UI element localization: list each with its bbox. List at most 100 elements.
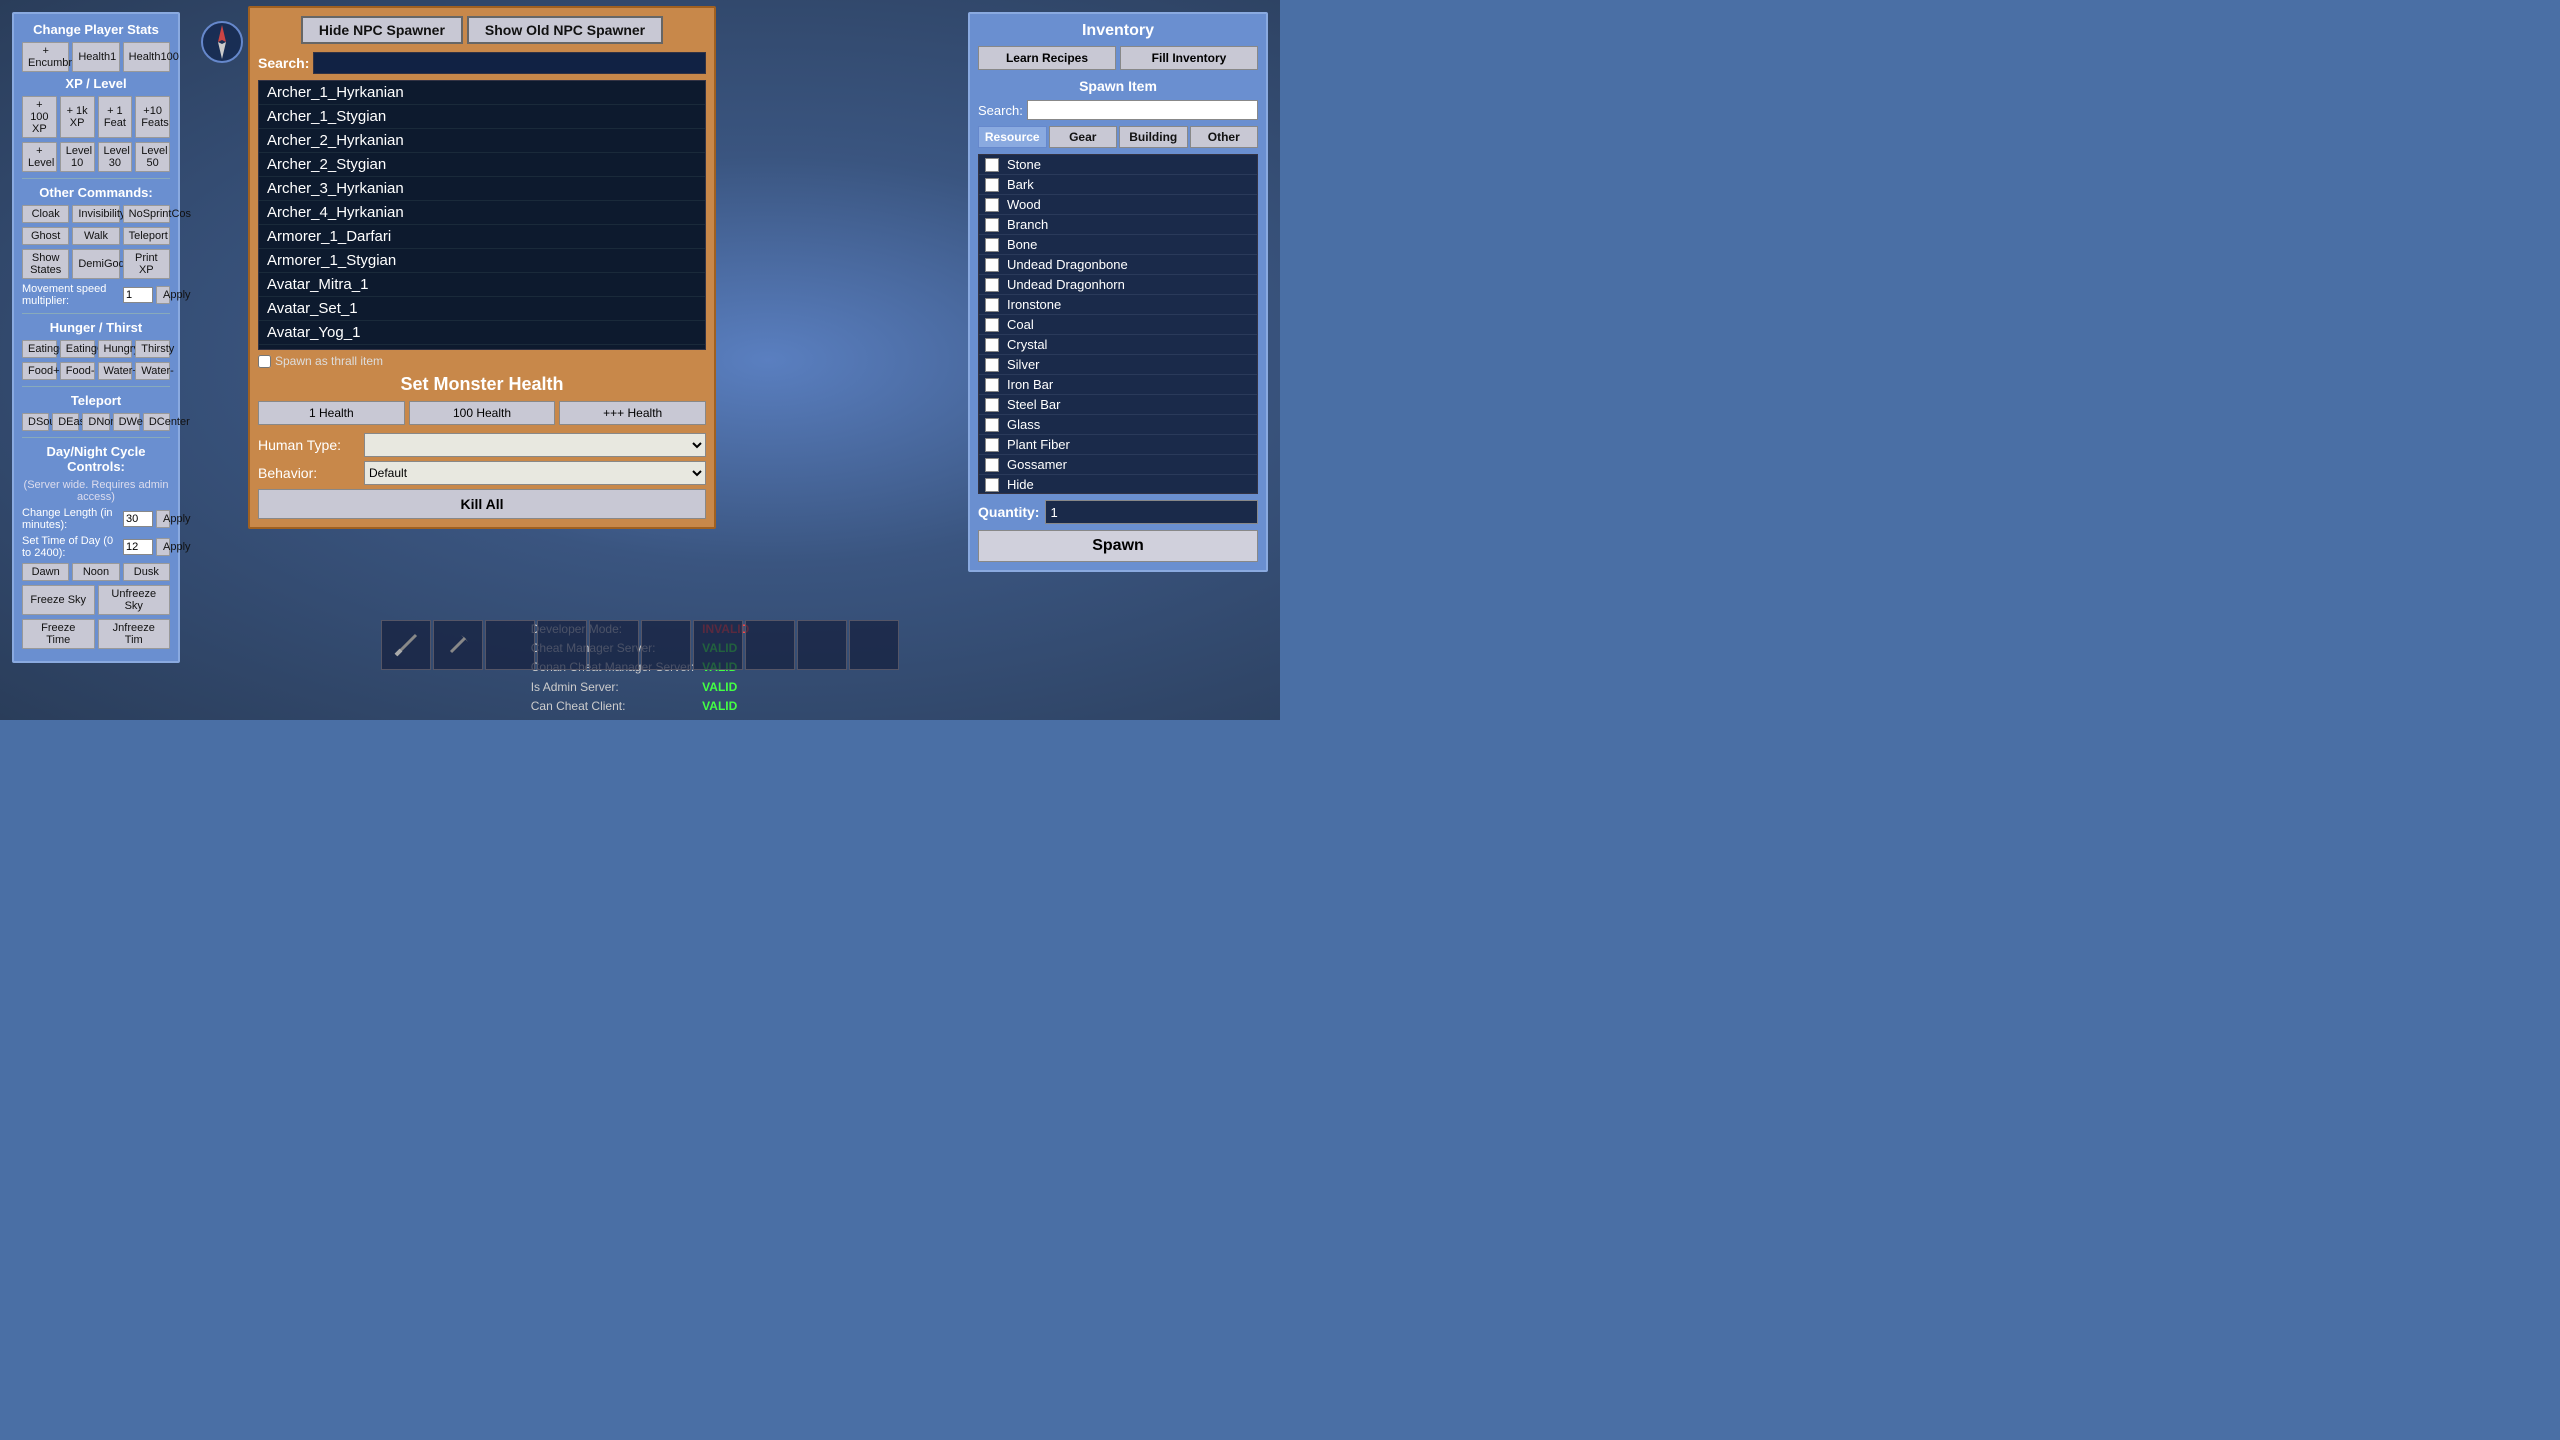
health-plus-button[interactable]: +++ Health <box>559 401 706 425</box>
dawn-button[interactable]: Dawn <box>22 563 69 581</box>
eating-on-button[interactable]: EatingOn <box>22 340 57 358</box>
thirsty-button[interactable]: Thirsty <box>135 340 170 358</box>
xp100-button[interactable]: + 100 XP <box>22 96 57 138</box>
item-list-row[interactable]: Bone <box>979 235 1257 255</box>
learn-recipes-button[interactable]: Learn Recipes <box>978 46 1116 70</box>
eating-off-button[interactable]: EatingOff <box>60 340 95 358</box>
item-checkbox[interactable] <box>985 158 999 172</box>
feat10-button[interactable]: +10 Feats <box>135 96 170 138</box>
dusk-button[interactable]: Dusk <box>123 563 170 581</box>
water-plus-button[interactable]: Water+ <box>98 362 133 380</box>
show-states-button[interactable]: Show States <box>22 249 69 279</box>
level30-button[interactable]: Level 30 <box>98 142 133 172</box>
human-type-select[interactable] <box>364 433 706 457</box>
level10-button[interactable]: Level 10 <box>60 142 95 172</box>
item-list-row[interactable]: Silver <box>979 355 1257 375</box>
health100-monster-button[interactable]: 100 Health <box>409 401 556 425</box>
dwest-button[interactable]: DWest <box>113 413 140 431</box>
ghost-button[interactable]: Ghost <box>22 227 69 245</box>
dsouth-button[interactable]: DSouth <box>22 413 49 431</box>
item-checkbox[interactable] <box>985 358 999 372</box>
item-list-row[interactable]: Crystal <box>979 335 1257 355</box>
freeze-sky-button[interactable]: Freeze Sky <box>22 585 95 615</box>
npc-list-item[interactable]: Armorer_1_Stygian <box>259 249 705 273</box>
category-tab-other[interactable]: Other <box>1190 126 1259 148</box>
set-time-input[interactable] <box>123 539 153 555</box>
category-tab-gear[interactable]: Gear <box>1049 126 1118 148</box>
level50-button[interactable]: Level 50 <box>135 142 170 172</box>
water-minus-button[interactable]: Water- <box>135 362 170 380</box>
hungry-button[interactable]: Hungry <box>98 340 133 358</box>
item-checkbox[interactable] <box>985 178 999 192</box>
freeze-time-button[interactable]: Freeze Time <box>22 619 95 649</box>
nosprintcos-button[interactable]: NoSprintCos <box>123 205 170 223</box>
item-checkbox[interactable] <box>985 278 999 292</box>
npc-list-item[interactable]: Avatar_Mitra_1 <box>259 273 705 297</box>
item-list-row[interactable]: Steel Bar <box>979 395 1257 415</box>
print-xp-button[interactable]: Print XP <box>123 249 170 279</box>
dcenter-button[interactable]: DCenter <box>143 413 170 431</box>
kill-all-button[interactable]: Kill All <box>258 489 706 519</box>
item-checkbox[interactable] <box>985 218 999 232</box>
deast-button[interactable]: DEast <box>52 413 79 431</box>
item-list-row[interactable]: Plant Fiber <box>979 435 1257 455</box>
unfreeze-sky-button[interactable]: Unfreeze Sky <box>98 585 171 615</box>
food-plus-button[interactable]: Food+ <box>22 362 57 380</box>
item-checkbox[interactable] <box>985 198 999 212</box>
feat1-button[interactable]: + 1 Feat <box>98 96 133 138</box>
item-list-row[interactable]: Ironstone <box>979 295 1257 315</box>
item-checkbox[interactable] <box>985 418 999 432</box>
npc-list-item[interactable]: Avatar_Set_1 <box>259 297 705 321</box>
hide-npc-spawner-button[interactable]: Hide NPC Spawner <box>301 16 463 44</box>
cloak-button[interactable]: Cloak <box>22 205 69 223</box>
item-checkbox[interactable] <box>985 338 999 352</box>
category-tab-resource[interactable]: Resource <box>978 126 1047 148</box>
spawn-button[interactable]: Spawn <box>978 530 1258 562</box>
item-list-row[interactable]: Iron Bar <box>979 375 1257 395</box>
item-list-row[interactable]: Undead Dragonhorn <box>979 275 1257 295</box>
item-checkbox[interactable] <box>985 318 999 332</box>
item-checkbox[interactable] <box>985 378 999 392</box>
npc-list-item[interactable]: Archer_4_Hyrkanian <box>259 201 705 225</box>
npc-list-item[interactable]: Archer_2_Stygian <box>259 153 705 177</box>
health1-button[interactable]: Health1 <box>72 42 119 72</box>
item-checkbox[interactable] <box>985 398 999 412</box>
change-length-apply-button[interactable]: Apply <box>156 510 170 528</box>
fill-inventory-button[interactable]: Fill Inventory <box>1120 46 1258 70</box>
item-checkbox[interactable] <box>985 258 999 272</box>
xp1k-button[interactable]: + 1k XP <box>60 96 95 138</box>
noon-button[interactable]: Noon <box>72 563 119 581</box>
item-checkbox[interactable] <box>985 438 999 452</box>
health1-monster-button[interactable]: 1 Health <box>258 401 405 425</box>
health100-button[interactable]: Health100 <box>123 42 170 72</box>
behavior-select[interactable]: Default <box>364 461 706 485</box>
spawn-thrall-checkbox[interactable] <box>258 355 271 368</box>
npc-list-item[interactable]: Archer_1_Stygian <box>259 105 705 129</box>
npc-list-item[interactable]: Archer_1_Hyrkanian <box>259 81 705 105</box>
item-list-row[interactable]: Wood <box>979 195 1257 215</box>
npc-list-item[interactable]: Black_Hand_Archer_1_Cimmerian <box>259 345 705 350</box>
item-list-row[interactable]: Gossamer <box>979 455 1257 475</box>
show-old-npc-spawner-button[interactable]: Show Old NPC Spawner <box>467 16 663 44</box>
movement-input[interactable] <box>123 287 153 303</box>
movement-apply-button[interactable]: Apply <box>156 286 170 304</box>
encumbr-button[interactable]: + Encumbr <box>22 42 69 72</box>
jnfreeze-time-button[interactable]: Jnfreeze Tim <box>98 619 171 649</box>
item-list-row[interactable]: Bark <box>979 175 1257 195</box>
set-time-apply-button[interactable]: Apply <box>156 538 170 556</box>
npc-list-item[interactable]: Archer_3_Hyrkanian <box>259 177 705 201</box>
item-checkbox[interactable] <box>985 478 999 492</box>
item-checkbox[interactable] <box>985 458 999 472</box>
item-list-row[interactable]: Hide <box>979 475 1257 494</box>
change-length-input[interactable] <box>123 511 153 527</box>
npc-list-item[interactable]: Armorer_1_Darfari <box>259 225 705 249</box>
level-button[interactable]: + Level <box>22 142 57 172</box>
invisibility-button[interactable]: Invisibility <box>72 205 119 223</box>
demigod-button[interactable]: DemiGod <box>72 249 119 279</box>
quantity-input[interactable] <box>1045 500 1258 524</box>
dnorth-button[interactable]: DNorth <box>82 413 109 431</box>
category-tab-building[interactable]: Building <box>1119 126 1188 148</box>
item-list-row[interactable]: Glass <box>979 415 1257 435</box>
npc-list-item[interactable]: Avatar_Yog_1 <box>259 321 705 345</box>
npc-list-item[interactable]: Archer_2_Hyrkanian <box>259 129 705 153</box>
